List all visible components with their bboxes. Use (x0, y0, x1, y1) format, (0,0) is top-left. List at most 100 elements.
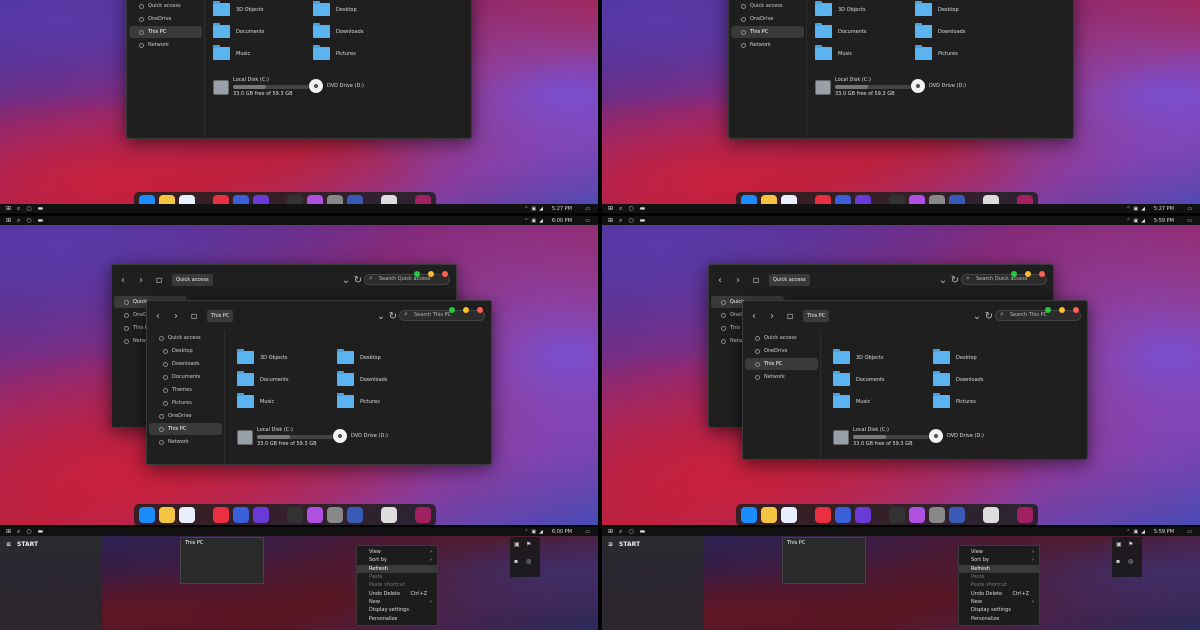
sidebar-item[interactable]: Quick access (731, 0, 804, 12)
forward-button[interactable]: › (171, 311, 181, 322)
close-button[interactable] (442, 271, 448, 277)
folder-item[interactable]: Music (237, 393, 274, 408)
folder-item[interactable]: Documents (213, 23, 265, 38)
sidebar-item[interactable]: Downloads (149, 358, 222, 370)
sidebar-item[interactable]: Documents (149, 371, 222, 383)
podcasts-icon[interactable] (909, 507, 925, 523)
folder-item[interactable]: 3D Objects (833, 349, 884, 364)
dropdown-icon[interactable]: ⌄ (938, 275, 948, 286)
context-menu-item[interactable]: Personalize (959, 614, 1039, 622)
context-menu-item[interactable]: Refresh (959, 564, 1039, 573)
cortana-icon[interactable]: ○ (26, 217, 31, 224)
sidebar-item[interactable]: OneDrive (731, 13, 804, 25)
start-header[interactable]: ≡ START (0, 536, 102, 552)
dropdown-icon[interactable]: ⌄ (972, 311, 982, 322)
dropdown-icon[interactable]: ⌄ (341, 275, 351, 286)
folder-item[interactable]: Documents (833, 371, 885, 386)
sidebar-item[interactable]: Themes (149, 384, 222, 396)
podcasts-icon[interactable] (307, 507, 323, 523)
hamburger-icon[interactable]: ≡ (608, 541, 613, 548)
sidebar-item[interactable]: Quick access (745, 332, 818, 344)
context-menu-item[interactable]: Display settings (357, 606, 437, 614)
context-menu-item[interactable]: View › (959, 548, 1039, 556)
close-button[interactable] (477, 307, 483, 313)
sidebar-item[interactable]: Pictures (149, 397, 222, 409)
sidebar-item[interactable]: Desktop (149, 345, 222, 357)
folder-item[interactable]: 3D Objects (815, 1, 866, 16)
close-button[interactable] (1039, 271, 1045, 277)
notification-icon[interactable]: ▭ (1187, 206, 1192, 212)
windows-icon[interactable]: ⊞ (6, 217, 11, 224)
context-menu-item[interactable]: Sort by › (959, 556, 1039, 564)
stocks-icon[interactable] (287, 507, 303, 523)
context-menu-item[interactable]: Undo Delete Ctrl+Z (357, 589, 437, 597)
cortana-icon[interactable]: ○ (26, 205, 31, 212)
folder-item[interactable]: Music (833, 393, 870, 408)
folder-item[interactable]: Music (213, 45, 250, 60)
folder-item[interactable]: Downloads (933, 371, 983, 386)
back-button[interactable]: ‹ (118, 275, 128, 286)
photos-icon[interactable] (159, 507, 175, 523)
stocks-icon[interactable] (889, 507, 905, 523)
search-icon[interactable]: ⌕ (619, 205, 622, 213)
search-icon[interactable]: ⌕ (619, 528, 622, 536)
folder-item[interactable]: Documents (237, 371, 289, 386)
file-explorer-icon[interactable]: ▬ (38, 528, 44, 535)
skype-icon[interactable]: ◎ (1128, 558, 1138, 572)
folder-item[interactable]: 3D Objects (237, 349, 288, 364)
notification-icon[interactable]: ▭ (1187, 529, 1192, 535)
search-icon[interactable]: ⌕ (17, 217, 20, 225)
breadcrumb[interactable]: Quick access (769, 274, 810, 286)
folder-item[interactable]: Music (815, 45, 852, 60)
context-menu-item[interactable]: New › (959, 598, 1039, 606)
notification-icon[interactable]: ▭ (1187, 218, 1192, 224)
flag-icon[interactable]: ⚑ (526, 541, 536, 555)
sidebar-item[interactable]: This PC (745, 358, 818, 370)
maximize-button[interactable] (414, 271, 420, 277)
maximize-button[interactable] (1011, 271, 1017, 277)
trash-icon[interactable] (983, 507, 999, 523)
bluetooth-icon[interactable]: ▪ (1116, 558, 1126, 572)
cortana-icon[interactable]: ○ (628, 528, 633, 535)
sidebar-item[interactable]: Quick access (149, 332, 222, 344)
context-menu-item[interactable]: Personalize (357, 614, 437, 622)
refresh-icon[interactable]: ↻ (984, 311, 994, 322)
refresh-icon[interactable]: ↻ (388, 311, 398, 322)
safari-icon[interactable] (781, 507, 797, 523)
folder-item[interactable]: 3D Objects (213, 1, 264, 16)
folder-item[interactable]: Desktop (313, 1, 357, 16)
imovie-icon[interactable] (253, 507, 269, 523)
breadcrumb[interactable]: This PC (803, 310, 830, 322)
preview-icon[interactable] (415, 507, 431, 523)
notification-icon[interactable]: ▭ (585, 218, 590, 224)
sidebar-item[interactable]: OneDrive (149, 410, 222, 422)
drive-c[interactable]: Local Disk (C:) 33.0 GB free of 59.3 GB (815, 77, 911, 97)
search-icon[interactable]: ⌕ (17, 528, 20, 536)
back-button[interactable]: ‹ (749, 311, 759, 322)
sidebar-item[interactable]: This PC (149, 423, 222, 435)
windows-icon[interactable]: ⊞ (6, 528, 11, 535)
context-menu-item[interactable]: Undo Delete Ctrl+Z (959, 589, 1039, 597)
notification-icon[interactable]: ▭ (585, 529, 590, 535)
folder-item[interactable]: Pictures (337, 393, 380, 408)
back-button[interactable]: ‹ (715, 275, 725, 286)
drive-c[interactable]: Local Disk (C:) 33.0 GB free of 59.3 GB (833, 427, 929, 447)
minimize-button[interactable] (463, 307, 469, 313)
finder-icon[interactable] (741, 507, 757, 523)
context-menu-item[interactable]: New › (357, 598, 437, 606)
windows-icon[interactable]: ⊞ (608, 528, 613, 535)
file-explorer-icon[interactable]: ▬ (640, 205, 646, 212)
maximize-button[interactable] (1045, 307, 1051, 313)
folder-item[interactable]: Pictures (915, 45, 958, 60)
trash-icon[interactable] (381, 507, 397, 523)
screens-icon[interactable] (949, 507, 965, 523)
forward-button[interactable]: › (136, 275, 146, 286)
lock-icon[interactable]: ▣ (514, 541, 524, 555)
taskbar-thumbnail[interactable]: This PC (782, 537, 866, 584)
start-header[interactable]: ≡ START (602, 536, 704, 552)
windows-icon[interactable]: ⊞ (608, 205, 613, 212)
preview-icon[interactable] (1017, 507, 1033, 523)
lock-icon[interactable]: ▣ (1116, 541, 1126, 555)
flag-icon[interactable]: ⚑ (1128, 541, 1138, 555)
refresh-icon[interactable]: ↻ (353, 275, 363, 286)
